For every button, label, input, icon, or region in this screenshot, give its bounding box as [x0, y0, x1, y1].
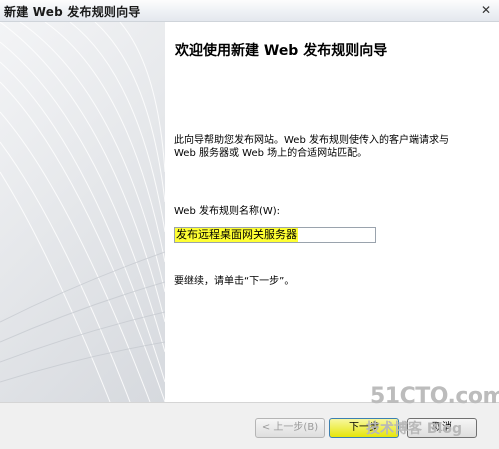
description-text: 此向导帮助您发布网站。Web 发布规则使传入的客户端请求与 Web 服务器或 W…	[174, 135, 449, 159]
window-title: 新建 Web 发布规则向导	[4, 5, 141, 19]
next-button[interactable]: 下一步	[329, 418, 399, 438]
wizard-side-graphic	[0, 22, 165, 402]
close-icon[interactable]: ✕	[475, 1, 497, 19]
back-button[interactable]: < 上一步(B)	[255, 418, 325, 438]
wizard-content: 欢迎使用新建 Web 发布规则向导 此向导帮助您发布网站。Web 发布规则使传入…	[165, 22, 499, 402]
page-title: 欢迎使用新建 Web 发布规则向导	[175, 43, 388, 59]
rule-name-label: Web 发布规则名称(W):	[174, 206, 281, 217]
button-bar: < 上一步(B) 下一步 取消	[0, 402, 499, 449]
title-bar: 新建 Web 发布规则向导 ✕	[0, 0, 499, 22]
cancel-button[interactable]: 取消	[407, 418, 477, 438]
curved-lines-graphic	[0, 22, 165, 402]
rule-name-value[interactable]: 发布远程桌面网关服务器	[175, 228, 298, 242]
continue-instruction: 要继续，请单击“下一步”。	[174, 276, 295, 287]
